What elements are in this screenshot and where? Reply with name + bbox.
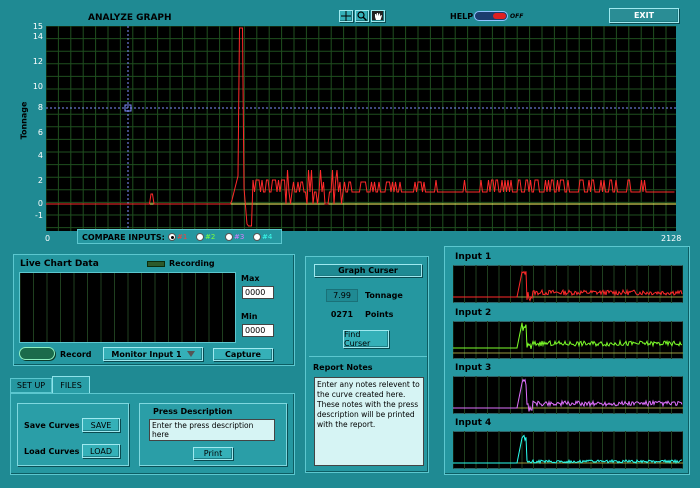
- hand-icon[interactable]: [371, 10, 385, 22]
- load-button[interactable]: LOAD: [82, 444, 120, 458]
- x-max-label: 2128: [661, 234, 682, 243]
- max-label: Max: [241, 274, 260, 283]
- y-tick-label: 8: [37, 103, 43, 112]
- compare-inputs-label: COMPARE INPUTS:: [82, 233, 165, 242]
- files-tab-panel: Save Curves SAVE Load Curves LOAD Press …: [10, 393, 295, 475]
- capture-button[interactable]: Capture: [213, 348, 273, 361]
- live-chart-title: Live Chart Data: [20, 259, 99, 269]
- load-curves-label: Load Curves: [24, 447, 80, 456]
- help-state: OFF: [510, 13, 524, 20]
- page-title: ANALYZE GRAPH: [88, 13, 172, 23]
- tab-setup[interactable]: SET UP: [10, 378, 52, 393]
- points-label: Points: [365, 310, 394, 319]
- min-field[interactable]: 0000: [242, 324, 274, 337]
- help-toggle[interactable]: [474, 11, 508, 21]
- input-3-chart[interactable]: [453, 376, 683, 414]
- monitor-input-value: Monitor Input 1: [111, 349, 182, 359]
- y-tick-label: 12: [32, 57, 43, 66]
- min-label: Min: [241, 312, 258, 321]
- graph-tools: [339, 10, 387, 22]
- y-tick-label: 10: [32, 82, 43, 91]
- input-3-title: Input 3: [455, 363, 492, 373]
- input-4-title: Input 4: [455, 418, 492, 428]
- record-label: Record: [60, 350, 92, 359]
- crosshair-icon[interactable]: [339, 10, 353, 22]
- input-2-title: Input 2: [455, 308, 492, 318]
- y-tick-label: 4: [37, 151, 43, 160]
- print-button[interactable]: Print: [193, 447, 233, 460]
- x-min-label: 0: [45, 234, 51, 243]
- chevron-down-icon: [186, 351, 195, 357]
- divider: [309, 356, 427, 357]
- inputs-panel: Input 1 Input 2 Input 3 Input 4: [444, 246, 690, 475]
- main-graph-plot[interactable]: [46, 26, 676, 231]
- compare-inputs-bar: COMPARE INPUTS: #1 #2 #3 #4: [77, 229, 282, 244]
- graph-curser-title: Graph Curser: [314, 264, 422, 277]
- y-tick-label: 0: [37, 199, 43, 208]
- y-axis-ticks: 15 14 12 10 8 6 4 2 0 -1: [27, 0, 43, 240]
- points-value: 0271: [330, 310, 354, 319]
- press-description-input[interactable]: Enter the press description here: [149, 419, 275, 441]
- y-tick-label: -1: [35, 211, 43, 220]
- y-tick-label: 14: [32, 32, 43, 41]
- recording-label: Recording: [169, 259, 215, 268]
- input-4-chart[interactable]: [453, 431, 683, 469]
- tonnage-value: 7.99: [326, 289, 358, 302]
- y-tick-label: 2: [37, 176, 43, 185]
- save-button[interactable]: SAVE: [82, 418, 120, 432]
- y-tick-label: 6: [37, 128, 43, 137]
- record-toggle[interactable]: [19, 347, 55, 360]
- input-1-title: Input 1: [455, 252, 492, 262]
- help-toggle-knob: [493, 13, 506, 19]
- input-2-chart[interactable]: [453, 321, 683, 359]
- tab-files[interactable]: FILES: [52, 376, 90, 393]
- find-curser-button[interactable]: Find Curser: [343, 330, 389, 348]
- exit-button[interactable]: EXIT: [609, 8, 679, 23]
- max-field[interactable]: 0000: [242, 286, 274, 299]
- tonnage-label: Tonnage: [365, 291, 403, 300]
- help-label: HELP: [450, 12, 474, 21]
- curves-group: Save Curves SAVE Load Curves LOAD: [17, 403, 129, 466]
- press-description-title: Press Description: [153, 407, 233, 416]
- y-tick-label: 15: [32, 22, 43, 31]
- graph-curser-panel: Graph Curser 7.99 Tonnage 0271 Points Fi…: [305, 256, 429, 473]
- live-chart-panel: Live Chart Data Recording Max 0000 Min 0…: [13, 254, 295, 366]
- live-chart-display: [19, 272, 236, 343]
- press-description-group: Press Description Enter the press descri…: [139, 403, 287, 466]
- recording-led: [147, 261, 165, 267]
- save-curves-label: Save Curves: [24, 421, 80, 430]
- input-1-chart[interactable]: [453, 265, 683, 303]
- zoom-icon[interactable]: [355, 10, 369, 22]
- report-notes-textarea[interactable]: Enter any notes relevent to the curve cr…: [314, 377, 424, 466]
- monitor-input-select[interactable]: Monitor Input 1: [103, 347, 203, 361]
- report-notes-title: Report Notes: [313, 363, 373, 372]
